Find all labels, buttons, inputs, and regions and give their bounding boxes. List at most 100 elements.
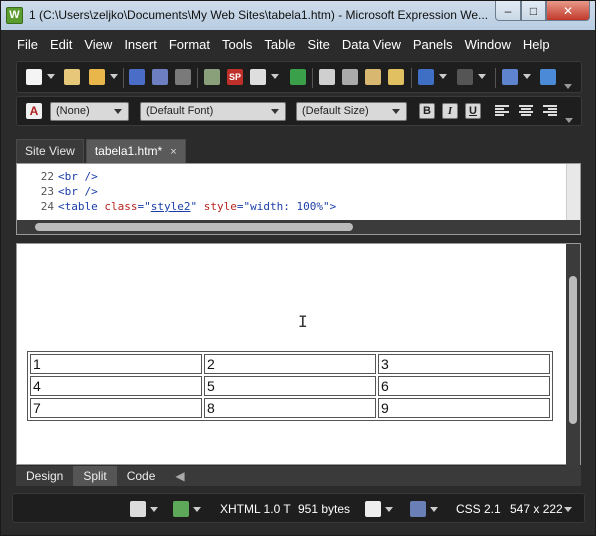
toolbar-options-icon[interactable] <box>565 118 573 123</box>
tab-tabela1[interactable]: tabela1.htm* × <box>85 139 186 163</box>
css-version-label[interactable]: CSS 2.1 <box>456 502 501 516</box>
tab-design[interactable]: Design <box>16 466 73 486</box>
redo-icon[interactable] <box>457 69 473 85</box>
style-icon[interactable]: A <box>26 103 42 119</box>
menu-table[interactable]: Table <box>258 35 301 55</box>
table-cell[interactable]: 6 <box>378 376 550 396</box>
print-icon[interactable] <box>204 69 220 85</box>
align-center-icon[interactable] <box>519 105 533 117</box>
italic-button[interactable]: I <box>442 103 458 119</box>
code-class-link[interactable]: style2 <box>151 200 191 213</box>
insert-layer-icon[interactable] <box>540 69 556 85</box>
preview-in-browser-icon[interactable] <box>250 69 266 85</box>
font-size-dropdown[interactable]: (Default Size) <box>296 102 407 121</box>
minimize-button[interactable]: – <box>495 1 521 21</box>
table-cell[interactable]: 9 <box>378 398 550 418</box>
format-painter-icon[interactable] <box>388 69 404 85</box>
content-table[interactable]: 1 2 3 4 5 6 7 8 9 <box>27 351 553 421</box>
chevron-down-icon <box>392 109 400 114</box>
align-left-icon[interactable] <box>495 105 509 117</box>
undo-icon[interactable] <box>418 69 434 85</box>
doctype-label[interactable]: XHTML 1.0 T <box>220 502 291 516</box>
page-dimensions-label[interactable]: 547 x 222 <box>510 502 563 516</box>
menu-file[interactable]: File <box>11 35 44 55</box>
menu-format[interactable]: Format <box>163 35 216 55</box>
scrollbar-thumb[interactable] <box>35 223 353 231</box>
chevron-down-icon[interactable] <box>271 74 279 79</box>
paste-icon[interactable] <box>365 69 381 85</box>
menu-edit[interactable]: Edit <box>44 35 78 55</box>
menu-site[interactable]: Site <box>301 35 335 55</box>
scrollbar-thumb[interactable] <box>569 276 577 424</box>
code-horizontal-scrollbar[interactable] <box>17 220 580 234</box>
chevron-down-icon[interactable] <box>110 74 118 79</box>
copy-icon[interactable] <box>342 69 358 85</box>
table-row: 4 5 6 <box>30 376 550 396</box>
visual-aids-icon[interactable] <box>130 501 146 517</box>
menu-help[interactable]: Help <box>517 35 556 55</box>
line-number: 24 <box>40 200 54 213</box>
table-cell[interactable]: 8 <box>204 398 376 418</box>
rulers-icon[interactable] <box>365 501 381 517</box>
open-site-icon[interactable] <box>64 69 80 85</box>
chevron-down-icon[interactable] <box>478 74 486 79</box>
tab-split[interactable]: Split <box>73 466 117 486</box>
chevron-down-icon[interactable] <box>523 74 531 79</box>
style-application-icon[interactable] <box>173 501 189 517</box>
menu-panels[interactable]: Panels <box>407 35 459 55</box>
menu-data-view[interactable]: Data View <box>336 35 407 55</box>
chevron-down-icon[interactable] <box>439 74 447 79</box>
menu-window[interactable]: Window <box>459 35 517 55</box>
view-mode-tabs: Design Split Code ◀ <box>16 466 581 486</box>
text-cursor-icon: I <box>298 312 308 331</box>
bold-button[interactable]: B <box>419 103 435 119</box>
table-cell[interactable]: 7 <box>30 398 202 418</box>
chevron-down-icon[interactable] <box>193 507 201 512</box>
menu-view[interactable]: View <box>78 35 118 55</box>
table-cell[interactable]: 1 <box>30 354 202 374</box>
tab-site-view[interactable]: Site View <box>16 139 84 163</box>
maximize-button[interactable]: □ <box>521 1 546 21</box>
code-tag-end: > <box>329 200 337 213</box>
underline-button[interactable]: U <box>465 103 481 119</box>
document-tabs: Site View tabela1.htm* × <box>16 139 188 163</box>
chevron-down-icon[interactable] <box>385 507 393 512</box>
close-window-button[interactable]: ✕ <box>546 1 590 21</box>
font-dropdown[interactable]: (Default Font) <box>140 102 286 121</box>
code-view-pane[interactable]: 22 <br /> 23 <br /> 24 <table class="style2… <box>16 163 581 235</box>
spelling-icon[interactable] <box>290 69 306 85</box>
align-right-icon[interactable] <box>543 105 557 117</box>
table-cell[interactable]: 5 <box>204 376 376 396</box>
code-text: <br /> <box>58 170 98 183</box>
menu-insert[interactable]: Insert <box>118 35 163 55</box>
scroll-left-icon[interactable]: ◀ <box>165 466 194 486</box>
tab-code[interactable]: Code <box>117 466 166 486</box>
chevron-down-icon[interactable] <box>430 507 438 512</box>
new-page-icon[interactable] <box>26 69 42 85</box>
table-cell[interactable]: 3 <box>378 354 550 374</box>
file-size-label: 951 bytes <box>298 502 351 516</box>
design-vertical-scrollbar[interactable] <box>566 244 580 466</box>
find-icon[interactable] <box>175 69 191 85</box>
style-dropdown[interactable]: (None) <box>50 102 129 121</box>
insert-table-icon[interactable] <box>502 69 518 85</box>
menu-tools[interactable]: Tools <box>216 35 258 55</box>
chevron-down-icon[interactable] <box>150 507 158 512</box>
font-size-value: (Default Size) <box>302 105 369 117</box>
code-vertical-scrollbar[interactable] <box>566 164 580 222</box>
expression-web-app-icon[interactable]: W <box>6 7 23 24</box>
open-folder-icon[interactable] <box>89 69 105 85</box>
save-all-icon[interactable] <box>152 69 168 85</box>
design-view-pane[interactable]: I 1 2 3 4 5 6 7 8 9 <box>16 243 581 466</box>
line-number: 22 <box>40 170 54 183</box>
schema-icon[interactable] <box>410 501 426 517</box>
cut-icon[interactable] <box>319 69 335 85</box>
table-cell[interactable]: 2 <box>204 354 376 374</box>
table-cell[interactable]: 4 <box>30 376 202 396</box>
close-tab-icon[interactable]: × <box>170 146 176 158</box>
chevron-down-icon[interactable] <box>564 507 572 512</box>
toolbar-options-icon[interactable] <box>564 84 572 89</box>
chevron-down-icon[interactable] <box>47 74 55 79</box>
sharepoint-icon[interactable]: SP <box>227 69 243 85</box>
save-icon[interactable] <box>129 69 145 85</box>
